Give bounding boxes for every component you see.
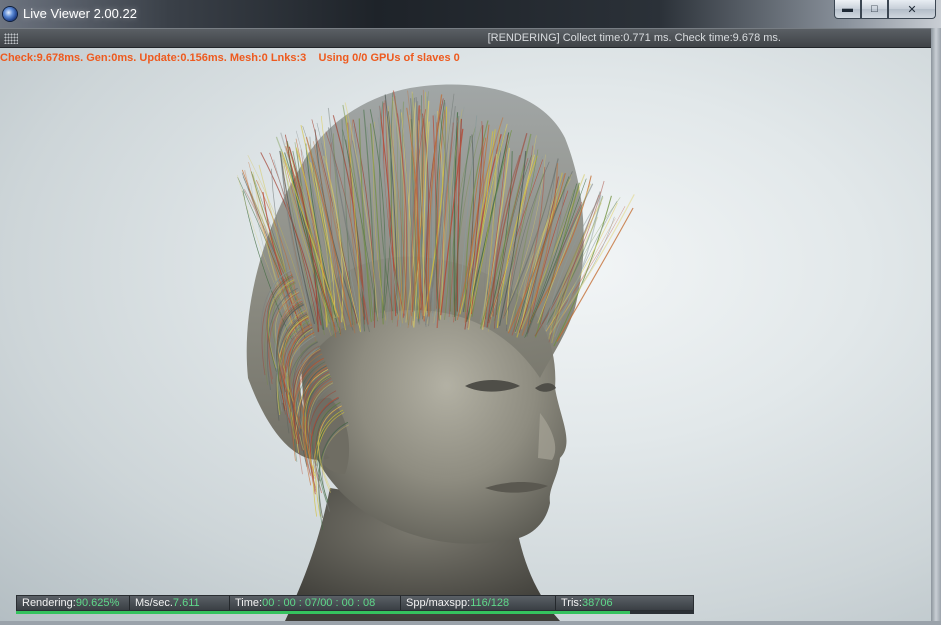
- cinema4d-app-icon: [3, 7, 17, 21]
- maximize-button[interactable]: □: [861, 0, 888, 19]
- title-bar[interactable]: Live Viewer 2.00.22 ▬ □ ✕: [0, 0, 941, 28]
- window-right-border[interactable]: [931, 28, 941, 625]
- close-button[interactable]: ✕: [888, 0, 936, 19]
- grip-handle-icon[interactable]: [4, 33, 18, 44]
- stat-rendering-label: Rendering:: [22, 597, 76, 609]
- window-title: Live Viewer 2.00.22: [23, 6, 137, 21]
- render-progress-fill: [16, 611, 631, 614]
- stat-tris: Tris: 38706: [556, 596, 693, 610]
- window-bottom-border[interactable]: [0, 621, 941, 625]
- render-stats-bar: Rendering: 90.625% Ms/sec. 7.611 Time: 00…: [16, 595, 694, 611]
- rendered-image: [236, 84, 635, 621]
- stat-time: Time: 00 : 00 : 07/00 : 00 : 08: [230, 596, 401, 610]
- render-status-header: [RENDERING] Collect time:0.771 ms. Check…: [0, 28, 941, 48]
- stat-ms-per-sec: Ms/sec. 7.611: [130, 596, 230, 610]
- stat-rendering: Rendering: 90.625%: [17, 596, 130, 610]
- stat-spp-value: 116/128: [470, 597, 510, 609]
- stat-spp: Spp/maxspp: 116/128: [401, 596, 556, 610]
- stat-ms-label: Ms/sec.: [135, 597, 173, 609]
- render-viewport[interactable]: Check:9.678ms. Gen:0ms. Update:0.156ms. …: [0, 48, 931, 621]
- stat-time-value: 00 : 00 : 07/00 : 00 : 08: [262, 597, 376, 609]
- stat-tris-value: 38706: [581, 597, 613, 609]
- stat-rendering-value: 90.625%: [75, 597, 120, 609]
- stat-ms-value: 7.611: [172, 597, 200, 609]
- stat-tris-label: Tris:: [561, 597, 582, 609]
- render-status-text: [RENDERING] Collect time:0.771 ms. Check…: [487, 32, 781, 44]
- render-debug-info: Check:9.678ms. Gen:0ms. Update:0.156ms. …: [0, 52, 460, 64]
- stat-time-label: Time:: [235, 597, 263, 609]
- render-progress-track: [16, 611, 694, 614]
- minimize-button[interactable]: ▬: [834, 0, 861, 19]
- window-controls: ▬ □ ✕: [834, 0, 936, 19]
- stat-spp-label: Spp/maxspp:: [406, 597, 471, 609]
